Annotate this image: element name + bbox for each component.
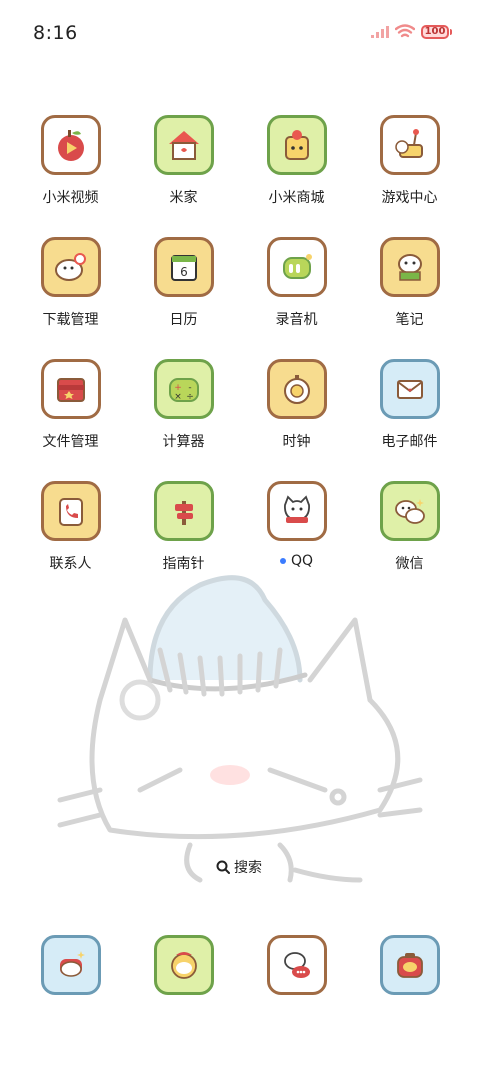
app-label: 微信 — [395, 556, 424, 572]
dock-app-4[interactable] — [353, 935, 466, 1005]
dock-app-3[interactable] — [240, 935, 353, 1005]
dock-app-2[interactable] — [127, 935, 240, 1005]
app-file-manager[interactable]: 文件管理 — [14, 359, 127, 481]
battery-tip — [450, 28, 452, 35]
app-label: 笔记 — [395, 312, 424, 328]
house-icon — [153, 115, 214, 175]
app-calculator[interactable]: + - × ÷ 计算器 — [127, 359, 240, 481]
cat-globe-icon — [153, 935, 214, 995]
svg-text:6: 6 — [180, 265, 188, 279]
app-row-4: 联系人 指南针 QQ 微信 — [14, 481, 466, 603]
app-row-2: 下载管理 6 日历 录音机 笔记 — [14, 237, 466, 359]
app-email[interactable]: 电子邮件 — [353, 359, 466, 481]
search-button[interactable]: 搜索 — [201, 850, 277, 884]
app-label: 电子邮件 — [381, 434, 438, 450]
message-bubble-icon — [266, 935, 327, 995]
app-contacts[interactable]: 联系人 — [14, 481, 127, 603]
app-label: 下载管理 — [42, 312, 99, 328]
app-label: 联系人 — [49, 556, 92, 572]
dock-app-1[interactable] — [14, 935, 127, 1005]
recorder-icon — [266, 237, 327, 297]
app-row-3: 文件管理 + - × ÷ 计算器 时钟 电子邮件 — [14, 359, 466, 481]
folder-icon — [40, 359, 101, 419]
app-label: 米家 — [169, 190, 198, 206]
cat-hat-icon — [40, 935, 101, 995]
app-row-1: 小米视频 米家 小米商城 游戏中心 — [14, 115, 466, 237]
cellular-signal-icon — [371, 25, 389, 38]
cat-scarf-icon — [266, 481, 327, 541]
wifi-icon — [395, 24, 415, 38]
store-bag-icon — [266, 115, 327, 175]
app-wechat[interactable]: 微信 — [353, 481, 466, 603]
app-download-manager[interactable]: 下载管理 — [14, 237, 127, 359]
app-label: 录音机 — [275, 312, 318, 328]
search-label: 搜索 — [234, 860, 262, 876]
status-icons: 100 — [371, 24, 452, 39]
signpost-icon — [153, 481, 214, 541]
app-label: 小米视频 — [42, 190, 99, 206]
svg-text:÷: ÷ — [186, 392, 194, 402]
status-bar: 8:16 100 — [0, 0, 480, 68]
clock-icon — [266, 359, 327, 419]
notification-dot — [279, 558, 286, 564]
calculator-icon: + - × ÷ — [153, 359, 214, 419]
camera-icon — [379, 935, 440, 995]
phone-book-icon — [40, 481, 101, 541]
app-label: 游戏中心 — [381, 190, 438, 206]
app-clock[interactable]: 时钟 — [240, 359, 353, 481]
app-compass[interactable]: 指南针 — [127, 481, 240, 603]
app-label-text: QQ — [290, 553, 314, 569]
apple-video-icon — [40, 115, 101, 175]
app-recorder[interactable]: 录音机 — [240, 237, 353, 359]
app-mijia[interactable]: 米家 — [127, 115, 240, 237]
download-cloud-icon — [40, 237, 101, 297]
app-label: 日历 — [169, 312, 198, 328]
svg-text:×: × — [174, 392, 182, 402]
app-notes[interactable]: 笔记 — [353, 237, 466, 359]
notes-icon — [379, 237, 440, 297]
app-grid: 小米视频 米家 小米商城 游戏中心 下载管理 6 日历 录音机 笔记 文件管理 … — [14, 115, 466, 603]
chat-cats-icon — [379, 481, 440, 541]
search-icon — [216, 860, 230, 874]
app-label: 小米商城 — [268, 190, 325, 206]
joystick-icon — [379, 115, 440, 175]
calendar-icon: 6 — [153, 237, 214, 297]
app-label: 时钟 — [282, 434, 311, 450]
app-game-center[interactable]: 游戏中心 — [353, 115, 466, 237]
app-xiaomi-store[interactable]: 小米商城 — [240, 115, 353, 237]
status-time: 8:16 — [33, 22, 78, 44]
app-xiaomi-video[interactable]: 小米视频 — [14, 115, 127, 237]
app-qq[interactable]: QQ — [240, 481, 353, 603]
app-calendar[interactable]: 6 日历 — [127, 237, 240, 359]
envelope-icon — [379, 359, 440, 419]
dock — [14, 935, 466, 1005]
app-label-with-notification: QQ — [279, 553, 314, 569]
battery-indicator: 100 — [421, 24, 449, 39]
app-label: 指南针 — [162, 556, 205, 572]
app-label: 文件管理 — [42, 434, 99, 450]
app-label: 计算器 — [162, 434, 205, 450]
